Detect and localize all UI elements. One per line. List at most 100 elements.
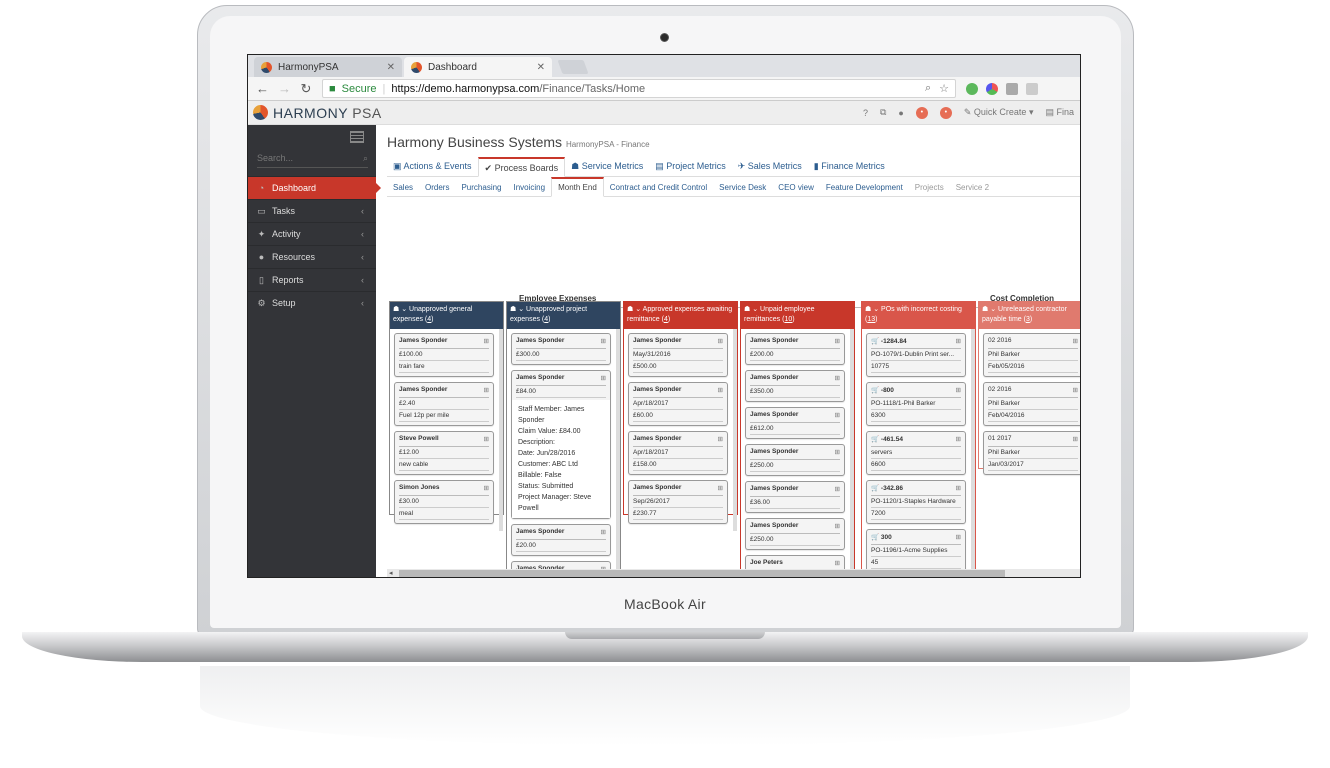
board-tab-service-2[interactable]: Service 2: [950, 179, 995, 196]
chat-icon[interactable]: ●: [898, 108, 903, 118]
expand-icon[interactable]: ⊞: [956, 386, 961, 394]
column-header[interactable]: ☗ ⌄ POs with incorrect costing (13): [862, 302, 975, 329]
task-card[interactable]: 02 2016 ⊞ Phil Barker Feb/04/2016: [983, 382, 1080, 426]
task-card[interactable]: James Sponder ⊞ May/31/2016 £500.00: [628, 333, 728, 377]
expand-icon[interactable]: ⊞: [718, 435, 723, 443]
help-icon[interactable]: ?: [863, 108, 868, 118]
column-header[interactable]: ☗ ⌄ Unapproved general expenses (4): [390, 302, 503, 329]
extension-icon[interactable]: [986, 82, 998, 95]
extension-icon[interactable]: [1026, 82, 1038, 95]
task-card[interactable]: 🛒 -800 ⊞ PO-1118/1-Phil Barker 6300: [866, 382, 966, 426]
extension-icon[interactable]: [1006, 82, 1018, 95]
sidebar-item-activity[interactable]: ✦ Activity ‹: [248, 222, 376, 245]
column-header[interactable]: ☗ ⌄ Approved expenses awaiting remittanc…: [624, 302, 737, 329]
search-input[interactable]: Search... ⌕: [257, 153, 368, 168]
sidebar-item-setup[interactable]: ⚙ Setup ‹: [248, 291, 376, 314]
expand-icon[interactable]: ⊞: [835, 559, 840, 567]
board-tab-contract-and-credit-control[interactable]: Contract and Credit Control: [604, 179, 713, 196]
tab-process-boards[interactable]: ✔ Process Boards: [477, 157, 566, 177]
expand-icon[interactable]: ⊞: [956, 533, 961, 541]
expand-icon[interactable]: ⊞: [484, 386, 489, 394]
expand-icon[interactable]: ⊞: [718, 484, 723, 492]
horizontal-scrollbar[interactable]: ◂: [387, 569, 1080, 577]
task-card[interactable]: James Sponder ⊞ Apr/18/2017 £158.00: [628, 431, 728, 475]
tab-sales-metrics[interactable]: ✈ Sales Metrics: [732, 157, 808, 176]
task-card[interactable]: 02 2016 ⊞ Phil Barker Feb/05/2016: [983, 333, 1080, 377]
expand-icon[interactable]: ⊞: [484, 337, 489, 345]
browser-tab-harmonypsa[interactable]: HarmonyPSA ✕: [254, 57, 402, 77]
column-header[interactable]: ☗ ⌄ Unpaid employee remittances (10): [741, 302, 854, 329]
task-card[interactable]: James Sponder ⊞ Sep/26/2017 £230.77: [628, 480, 728, 524]
expand-icon[interactable]: ⊞: [835, 485, 840, 493]
zoom-icon[interactable]: ⌕: [925, 82, 931, 95]
reminders-icon[interactable]: •: [939, 106, 952, 119]
back-arrow-icon[interactable]: ←: [256, 81, 269, 96]
tab-project-metrics[interactable]: ▤ Project Metrics: [649, 157, 732, 176]
expand-icon[interactable]: ⊞: [601, 337, 606, 345]
task-card[interactable]: James Sponder ⊞ £300.00: [511, 333, 611, 365]
task-card[interactable]: James Sponder ⊞ £20.00: [511, 524, 611, 556]
expand-icon[interactable]: ⊞: [956, 337, 961, 345]
tab-service-metrics[interactable]: ☗ Service Metrics: [565, 157, 649, 176]
browser-tab-dashboard[interactable]: Dashboard ✕: [404, 57, 552, 77]
expand-icon[interactable]: ⊞: [484, 435, 489, 443]
task-card[interactable]: 🛒 -342.86 ⊞ PO-1120/1-Staples Hardware 7200: [866, 480, 966, 524]
forward-arrow-icon[interactable]: →: [278, 81, 291, 96]
expand-icon[interactable]: ⊞: [835, 522, 840, 530]
task-card[interactable]: James Sponder ⊞ £350.00: [745, 370, 845, 402]
task-card[interactable]: James Sponder ⊞ £250.00: [745, 518, 845, 550]
scrollbar-thumb[interactable]: [399, 570, 1005, 577]
task-card[interactable]: James Sponder ⊞ £200.00: [745, 333, 845, 365]
task-card[interactable]: James Sponder ⊞ £612.00: [745, 407, 845, 439]
task-card[interactable]: James Sponder ⊞ Apr/18/2017 £60.00: [628, 382, 728, 426]
sidebar-item-tasks[interactable]: ▭ Tasks ‹: [248, 199, 376, 222]
task-card[interactable]: James Sponder ⊞ £100.00 train fare: [394, 333, 494, 377]
tab-actions-events[interactable]: ▣ Actions & Events: [387, 157, 478, 176]
board-tab-service-desk[interactable]: Service Desk: [713, 179, 772, 196]
reload-icon[interactable]: ↻: [300, 81, 312, 97]
task-card[interactable]: James Sponder ⊞ £84.00 Staff Member: James …: [511, 370, 611, 519]
new-tab-button[interactable]: [557, 60, 589, 74]
column-header[interactable]: ☗ ⌄ Unapproved project expenses (4): [507, 302, 620, 329]
expand-icon[interactable]: ⊞: [601, 528, 606, 536]
task-card[interactable]: Steve Powell ⊞ £12.00 new cable: [394, 431, 494, 475]
board-tab-orders[interactable]: Orders: [419, 179, 455, 196]
bookmark-star-icon[interactable]: ☆: [939, 82, 949, 95]
expand-icon[interactable]: ⊞: [1073, 435, 1078, 443]
board-tab-invoicing[interactable]: Invoicing: [508, 179, 552, 196]
expand-icon[interactable]: ⊞: [956, 435, 961, 443]
sidebar-item-reports[interactable]: ▯ Reports ‹: [248, 268, 376, 291]
scroll-left-icon[interactable]: ◂: [389, 569, 393, 577]
expand-icon[interactable]: ⊞: [601, 374, 606, 382]
expand-icon[interactable]: ⊞: [835, 411, 840, 419]
quick-create-button[interactable]: ✎ Quick Create ▾: [964, 107, 1034, 118]
task-card[interactable]: 🛒 -461.54 ⊞ servers 6600: [866, 431, 966, 475]
task-card[interactable]: 🛒 -1284.84 ⊞ PO-1079/1-Dublin Print ser...…: [866, 333, 966, 377]
task-card[interactable]: 🛒 300 ⊞ PO-1196/1-Acme Supplies 45: [866, 529, 966, 573]
expand-icon[interactable]: ⊞: [718, 386, 723, 394]
sidebar-item-dashboard[interactable]: ◔ Dashboard: [248, 176, 381, 199]
expand-icon[interactable]: ⊞: [835, 448, 840, 456]
board-tab-projects[interactable]: Projects: [909, 179, 950, 196]
tab-finance-metrics[interactable]: ▮ Finance Metrics: [808, 157, 891, 176]
task-card[interactable]: Simon Jones ⊞ £30.00 meal: [394, 480, 494, 524]
column-header[interactable]: ☗ ⌄ Unreleased contractor payable time (…: [979, 302, 1080, 329]
board-tab-sales[interactable]: Sales: [387, 179, 419, 196]
expand-icon[interactable]: ⊞: [956, 484, 961, 492]
extension-icon[interactable]: [966, 82, 978, 95]
close-tab-icon[interactable]: ✕: [387, 62, 395, 73]
task-card[interactable]: 01 2017 ⊞ Phil Barker Jan/03/2017: [983, 431, 1080, 475]
board-tab-purchasing[interactable]: Purchasing: [455, 179, 507, 196]
notifications-icon[interactable]: •: [915, 106, 928, 119]
copy-icon[interactable]: ⧉: [880, 107, 886, 118]
expand-icon[interactable]: ⊞: [718, 337, 723, 345]
expand-icon[interactable]: ⊞: [1073, 337, 1078, 345]
board-tab-month-end[interactable]: Month End: [551, 177, 604, 197]
menu-toggle[interactable]: [248, 125, 376, 145]
finance-menu-button[interactable]: ▤ Fina: [1045, 107, 1074, 118]
expand-icon[interactable]: ⊞: [1073, 386, 1078, 394]
task-card[interactable]: James Sponder ⊞ £2.40 Fuel 12p per mile: [394, 382, 494, 426]
sidebar-item-resources[interactable]: ● Resources ‹: [248, 245, 376, 268]
close-tab-icon[interactable]: ✕: [537, 62, 545, 73]
expand-icon[interactable]: ⊞: [484, 484, 489, 492]
